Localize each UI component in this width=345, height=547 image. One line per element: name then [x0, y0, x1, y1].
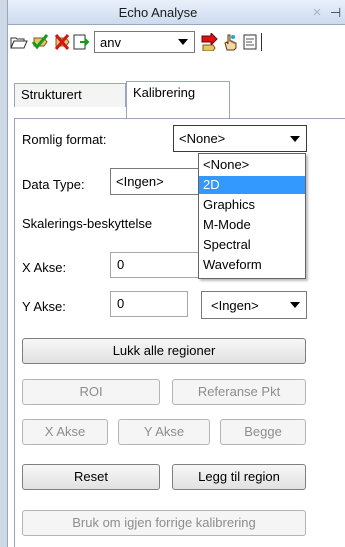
tab-row: Strukturert Kalibrering — [8, 59, 345, 118]
y-akse-unit-select[interactable]: <Ingen> — [201, 291, 307, 319]
x-akse-button[interactable]: X Akse — [22, 419, 108, 445]
dropdown-option-none[interactable]: <None> — [199, 156, 305, 174]
begge-button[interactable]: Begge — [220, 419, 306, 445]
bruk-om-igjen-button[interactable]: Bruk om igjen forrige kalibrering — [22, 510, 306, 536]
pin-icon[interactable]: ⊣ — [326, 0, 345, 25]
toolbar-separator — [261, 33, 262, 51]
roi-button[interactable]: ROI — [22, 379, 160, 405]
window-title: Echo Analyse — [118, 5, 198, 20]
echo-analyse-panel: Echo Analyse × ⊣ anv Strukturert Kalibre… — [0, 0, 345, 547]
y-akse-button[interactable]: Y Akse — [118, 419, 210, 445]
window-frame-left — [0, 0, 8, 547]
chevron-down-icon — [290, 135, 300, 142]
tab-kalibrering-label: Kalibrering — [133, 85, 196, 100]
dropdown-option-2d[interactable]: 2D — [199, 176, 305, 194]
type-combo[interactable]: anv — [94, 31, 195, 53]
reset-button[interactable]: Reset — [22, 464, 160, 490]
data-type-value: <Ingen> — [116, 174, 164, 189]
romlig-format-dropdown-list: <None> 2D Graphics M-Mode Spectral Wavef… — [198, 153, 306, 279]
chevron-down-icon — [290, 302, 300, 308]
hand-pointer-icon[interactable] — [221, 33, 239, 51]
document-icon[interactable] — [241, 33, 259, 51]
romlig-format-value: <None> — [179, 131, 226, 146]
referanse-pkt-button[interactable]: Referanse Pkt — [172, 379, 306, 405]
green-check-tag-icon[interactable] — [31, 33, 49, 51]
chevron-down-icon — [178, 39, 188, 45]
dropdown-option-spectral[interactable]: Spectral — [199, 236, 305, 254]
title-bar: Echo Analyse × ⊣ — [8, 0, 345, 25]
data-type-label: Data Type: — [22, 177, 85, 192]
dropdown-option-waveform[interactable]: Waveform — [199, 256, 305, 274]
legg-til-region-button[interactable]: Legg til region — [172, 464, 306, 490]
type-combo-value: anv — [100, 34, 121, 50]
dropdown-option-graphics[interactable]: Graphics — [199, 196, 305, 214]
export-icon[interactable] — [72, 33, 90, 51]
lukk-alle-regioner-button[interactable]: Lukk alle regioner — [22, 338, 306, 364]
y-akse-input[interactable]: 0 — [110, 291, 188, 317]
close-icon[interactable]: × — [308, 0, 326, 25]
tab-kalibrering[interactable]: Kalibrering — [126, 81, 230, 118]
red-x-tag-icon[interactable] — [53, 33, 71, 51]
red-arrow-icon[interactable] — [200, 33, 218, 51]
dropdown-option-m-mode[interactable]: M-Mode — [199, 216, 305, 234]
toolbar: anv — [8, 25, 345, 59]
x-akse-input[interactable]: 0 — [110, 252, 200, 278]
x-akse-label: X Akse: — [22, 260, 67, 275]
tab-strukturert-label: Strukturert — [21, 87, 82, 102]
y-akse-label: Y Akse: — [22, 299, 66, 314]
data-type-select[interactable]: <Ingen> — [110, 168, 202, 195]
romlig-format-label: Romlig format: — [22, 132, 107, 147]
y-akse-unit-value: <Ingen> — [211, 297, 259, 313]
romlig-format-select[interactable]: <None> — [173, 125, 307, 152]
skalering-label: Skalerings-beskyttelse — [22, 216, 153, 231]
tab-strukturert[interactable]: Strukturert — [14, 83, 126, 107]
open-folder-icon[interactable] — [10, 33, 28, 51]
